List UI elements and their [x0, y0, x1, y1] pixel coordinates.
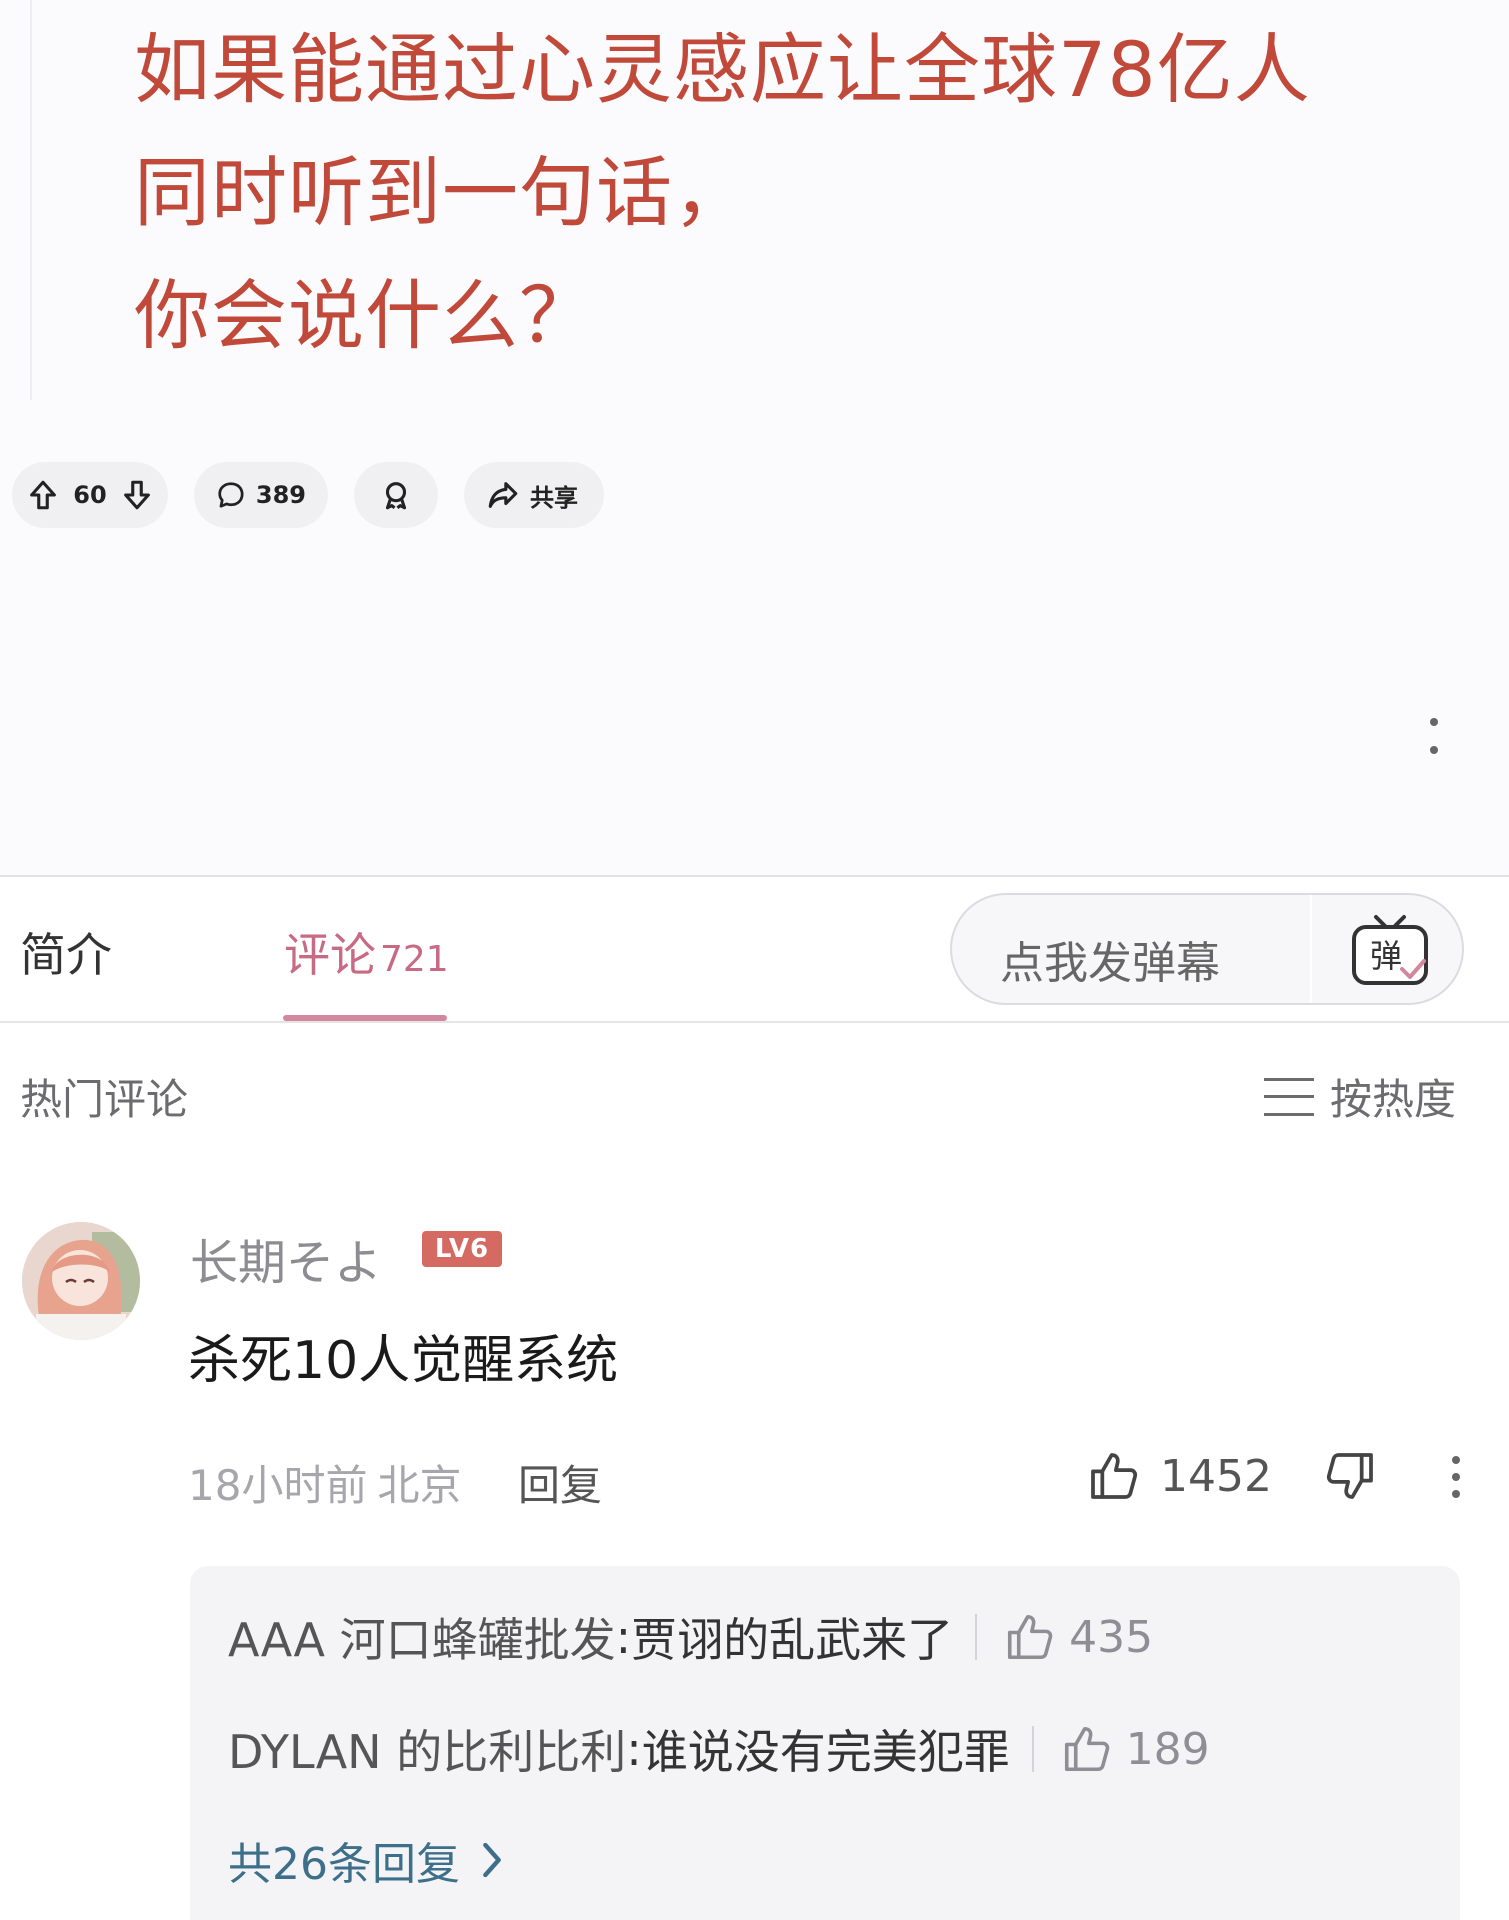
tab-comments[interactable]: 评论 721	[284, 919, 449, 985]
reply-like-count: 189	[1125, 1723, 1210, 1775]
thumbs-up-icon	[1064, 1726, 1109, 1772]
reply-like-count: 435	[1069, 1611, 1154, 1663]
reply-button[interactable]: 回复	[518, 1452, 602, 1513]
award-button[interactable]	[354, 462, 438, 528]
chevron-right-icon	[483, 1842, 501, 1878]
hot-comments-title: 热门评论	[20, 1075, 189, 1124]
danmaku-tv-icon[interactable]: 弹	[1348, 909, 1432, 993]
divider	[975, 1614, 978, 1660]
vote-count: 60	[73, 481, 107, 509]
comment-count: 389	[255, 481, 306, 509]
sort-button[interactable]: 按热度	[1264, 1066, 1456, 1127]
comment-location: 北京	[377, 1461, 462, 1510]
divider	[1031, 1726, 1034, 1772]
more-options-icon[interactable]	[1424, 718, 1444, 754]
divider	[1310, 895, 1312, 1003]
comment-username[interactable]: 长期そよ	[190, 1223, 382, 1293]
reply-like-button[interactable]: 435	[1003, 1610, 1153, 1664]
reply-like-button[interactable]: 189	[1060, 1722, 1210, 1776]
reply-colon: :	[615, 1610, 632, 1664]
like-count: 1452	[1160, 1450, 1272, 1502]
thumbs-down-icon[interactable]	[1322, 1448, 1378, 1504]
total-replies-label: 共26条回复	[228, 1839, 460, 1890]
avatar[interactable]	[22, 1222, 140, 1340]
like-button[interactable]: 1452	[1086, 1448, 1272, 1504]
replies-box: AAA 河口蜂罐批发: 贾诩的乱武来了 435 DYLAN 的比利比利: 谁说没…	[190, 1566, 1460, 1920]
reply-author[interactable]: AAA 河口蜂罐批发	[228, 1604, 616, 1670]
divider	[30, 0, 32, 400]
tab-comments-label: 评论	[284, 928, 376, 982]
comment-text: 杀死10人觉醒系统	[188, 1331, 619, 1391]
post-actions: 60 389 共享	[12, 462, 604, 528]
comment-meta: 18小时前 北京	[188, 1452, 461, 1513]
danmaku-icon-char: 弹	[1370, 937, 1402, 975]
comment-time: 18小时前	[188, 1461, 368, 1510]
sort-menu-icon	[1264, 1077, 1314, 1116]
sort-label: 按热度	[1330, 1075, 1457, 1124]
thumbs-up-icon	[1091, 1453, 1138, 1499]
reply-item[interactable]: DYLAN 的比利比利: 谁说没有完美犯罪 189	[228, 1716, 1210, 1782]
upvote-icon[interactable]	[26, 478, 60, 512]
question-line: 如果能通过心灵感应让全球78亿人	[134, 25, 1311, 114]
downvote-icon[interactable]	[120, 478, 154, 512]
reply-text: 谁说没有完美犯罪	[641, 1725, 1010, 1779]
danmaku-box[interactable]: 点我发弹幕 弹	[950, 893, 1464, 1005]
question-text: 如果能通过心灵感应让全球78亿人 同时听到一句话， 你会说什么？	[134, 8, 1434, 377]
tab-bar: 简介 评论 721 点我发弹幕 弹	[0, 877, 1509, 1021]
share-label: 共享	[530, 483, 578, 512]
award-icon	[385, 482, 407, 510]
tab-intro[interactable]: 简介	[20, 919, 112, 985]
comments-button[interactable]: 389	[194, 462, 328, 528]
thumbs-up-icon	[1008, 1614, 1053, 1660]
share-button[interactable]: 共享	[464, 462, 604, 528]
comment-icon	[218, 482, 244, 508]
danmaku-input[interactable]: 点我发弹幕	[1000, 927, 1220, 991]
reply-colon: :	[626, 1722, 642, 1776]
divider	[0, 1021, 1509, 1023]
tab-comments-count: 721	[380, 939, 449, 980]
reply-text: 贾诩的乱武来了	[631, 1613, 954, 1667]
vote-control: 60	[12, 462, 168, 528]
reply-author[interactable]: DYLAN 的比利比利	[228, 1716, 626, 1782]
reply-item[interactable]: AAA 河口蜂罐批发: 贾诩的乱武来了 435	[228, 1604, 1153, 1670]
question-line: 你会说什么？	[134, 271, 596, 360]
video-area[interactable]: 如果能通过心灵感应让全球78亿人 同时听到一句话， 你会说什么？ 60 389 …	[0, 0, 1509, 875]
question-line: 同时听到一句话，	[134, 148, 750, 237]
view-all-replies-link[interactable]: 共26条回复	[228, 1828, 506, 1892]
level-badge: LV6	[422, 1231, 502, 1267]
share-icon	[488, 482, 518, 508]
comment-more-icon[interactable]	[1450, 1456, 1462, 1498]
